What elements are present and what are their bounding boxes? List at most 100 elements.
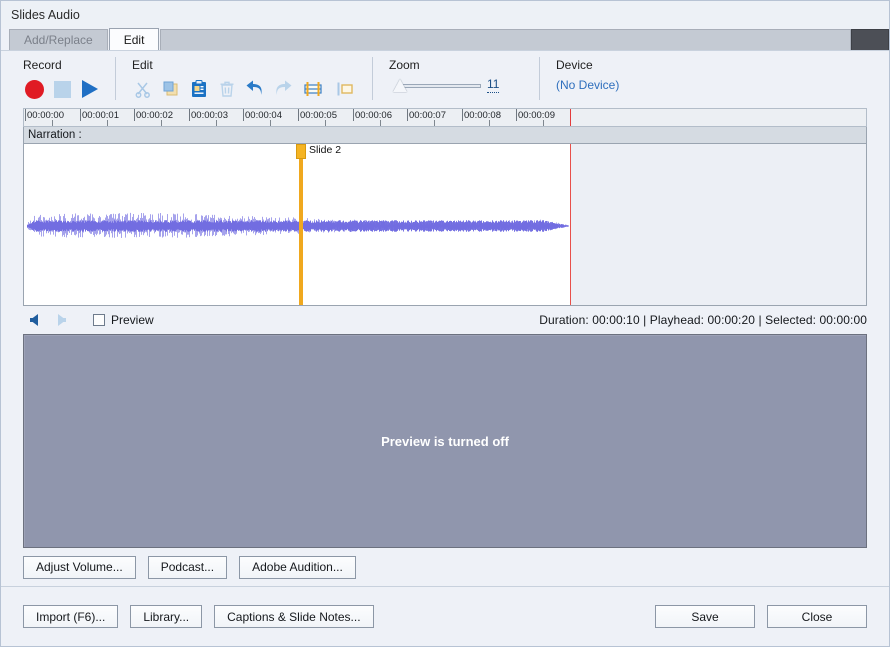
redo-arrow-icon (276, 80, 292, 95)
zoom-slider-thumb[interactable] (393, 79, 407, 92)
tab-add-replace-label: Add/Replace (24, 33, 93, 47)
toolbar-group-edit: Edit (128, 51, 368, 108)
slide-marker-label: Slide 2 (309, 144, 342, 156)
ruler-subtick (543, 120, 544, 126)
audio-tools-button-row: Adjust Volume... Podcast... Adobe Auditi… (1, 548, 889, 586)
undo-arrow-icon (246, 80, 262, 95)
timeline-status-info: Duration: 00:00:10 | Playhead: 00:00:20 … (539, 313, 867, 327)
zoom-slider[interactable] (389, 76, 481, 94)
import-label: Import (F6)... (36, 609, 106, 624)
close-button[interactable]: Close (767, 605, 867, 628)
footer-button-row: Import (F6)... Library... Captions & Sli… (1, 587, 889, 646)
ruler-playhead[interactable] (570, 109, 571, 126)
ruler-tick (407, 109, 408, 121)
insert-silence-button[interactable] (298, 76, 328, 102)
toolbar-divider-2 (372, 57, 373, 100)
slide-marker-handle[interactable] (296, 144, 306, 159)
ruler-subtick (489, 120, 490, 126)
save-label: Save (691, 609, 719, 624)
previous-button[interactable] (23, 310, 45, 330)
waveform-container: Slide 2 (1, 144, 889, 306)
copy-button[interactable] (158, 76, 184, 102)
ruler-subtick (161, 120, 162, 126)
toolbar-group-record: Record (19, 51, 111, 108)
next-button[interactable] (51, 310, 73, 330)
ruler-tick-label: 00:00:07 (409, 110, 446, 121)
zoom-level-value[interactable]: 11 (487, 77, 500, 93)
waveform-audio-region (24, 144, 571, 305)
close-label: Close (801, 609, 833, 624)
podcast-button[interactable]: Podcast... (147, 555, 228, 579)
toolbar-group-zoom: Zoom 11 (385, 51, 535, 108)
ruler-tick (80, 109, 81, 121)
slide-marker-line[interactable] (299, 144, 303, 305)
toolbar-group-edit-label: Edit (132, 58, 153, 72)
scissors-icon (135, 82, 150, 98)
play-button[interactable] (77, 76, 103, 102)
ruler-tick-label: 00:00:08 (464, 110, 501, 121)
preview-panel-container: Preview is turned off (1, 334, 889, 548)
audio-waveform (27, 212, 569, 238)
zoom-slider-track (397, 84, 481, 88)
record-button[interactable] (21, 76, 47, 102)
ruler-tick-label: 00:00:04 (245, 110, 282, 121)
tab-edit-label: Edit (123, 32, 145, 47)
arrow-right-icon (58, 314, 66, 326)
import-button[interactable]: Import (F6)... (23, 605, 119, 628)
trash-icon (220, 81, 234, 97)
stop-icon (53, 80, 71, 98)
stop-button[interactable] (49, 76, 75, 102)
ruler-tick (189, 109, 190, 121)
arrow-left-icon (30, 314, 38, 326)
tab-add-replace[interactable]: Add/Replace (9, 29, 108, 50)
undo-button[interactable] (242, 76, 268, 102)
redo-button[interactable] (270, 76, 296, 102)
ruler-tick (134, 109, 135, 121)
ruler-tick-label: 00:00:01 (82, 110, 119, 121)
insert-silence-icon (304, 82, 322, 96)
preview-checkbox[interactable]: Preview (93, 313, 154, 327)
preview-message: Preview is turned off (381, 433, 509, 449)
cut-button[interactable] (130, 76, 156, 102)
preview-panel[interactable]: Preview is turned off (23, 334, 867, 548)
ruler-tick-label: 00:00:03 (191, 110, 228, 121)
ruler-tick (462, 109, 463, 121)
adobe-audition-button[interactable]: Adobe Audition... (239, 555, 356, 579)
copy-icon (163, 81, 178, 96)
timeline-ruler-container: 00:00:00 00:00:01 00:00:02 00:00:03 00:00:04… (1, 108, 889, 127)
dialog-title: Slides Audio (11, 7, 80, 22)
captions-slide-notes-button[interactable]: Captions & Slide Notes... (214, 605, 374, 628)
toolbar-group-zoom-label: Zoom (389, 58, 420, 72)
narration-header-container: Narration : (1, 127, 889, 144)
toolbar-divider-1 (115, 57, 116, 100)
tab-bar-corner-block (851, 29, 889, 50)
device-value[interactable]: (No Device) (552, 76, 619, 92)
checkbox-box-icon[interactable] (93, 314, 105, 326)
ruler-subtick (52, 120, 53, 126)
delete-button[interactable] (214, 76, 240, 102)
narration-track-header: Narration : (23, 127, 867, 144)
adjust-volume-label: Adjust Volume... (36, 560, 123, 574)
preview-checkbox-label: Preview (111, 313, 154, 327)
trim-button[interactable] (330, 76, 360, 102)
adjust-volume-button[interactable]: Adjust Volume... (23, 555, 136, 579)
waveform-playhead[interactable] (570, 144, 571, 305)
ruler-tick-label: 00:00:00 (27, 110, 64, 121)
ruler-tick (243, 109, 244, 121)
tab-bar: Add/Replace Edit (1, 28, 889, 50)
trim-icon (337, 82, 353, 96)
ruler-subtick (270, 120, 271, 126)
ruler-tick (25, 109, 26, 121)
ruler-subtick (434, 120, 435, 126)
dialog-title-bar: Slides Audio (1, 1, 889, 28)
library-label: Library... (143, 609, 190, 624)
waveform-track[interactable]: Slide 2 (23, 144, 867, 306)
tab-edit[interactable]: Edit (108, 28, 160, 50)
toolbar-divider-3 (539, 57, 540, 100)
paste-button[interactable] (186, 76, 212, 102)
ruler-subtick (107, 120, 108, 126)
timeline-ruler[interactable]: 00:00:00 00:00:01 00:00:02 00:00:03 00:00:04… (23, 108, 867, 127)
save-button[interactable]: Save (655, 605, 755, 628)
library-button[interactable]: Library... (130, 605, 203, 628)
ruler-subtick (380, 120, 381, 126)
